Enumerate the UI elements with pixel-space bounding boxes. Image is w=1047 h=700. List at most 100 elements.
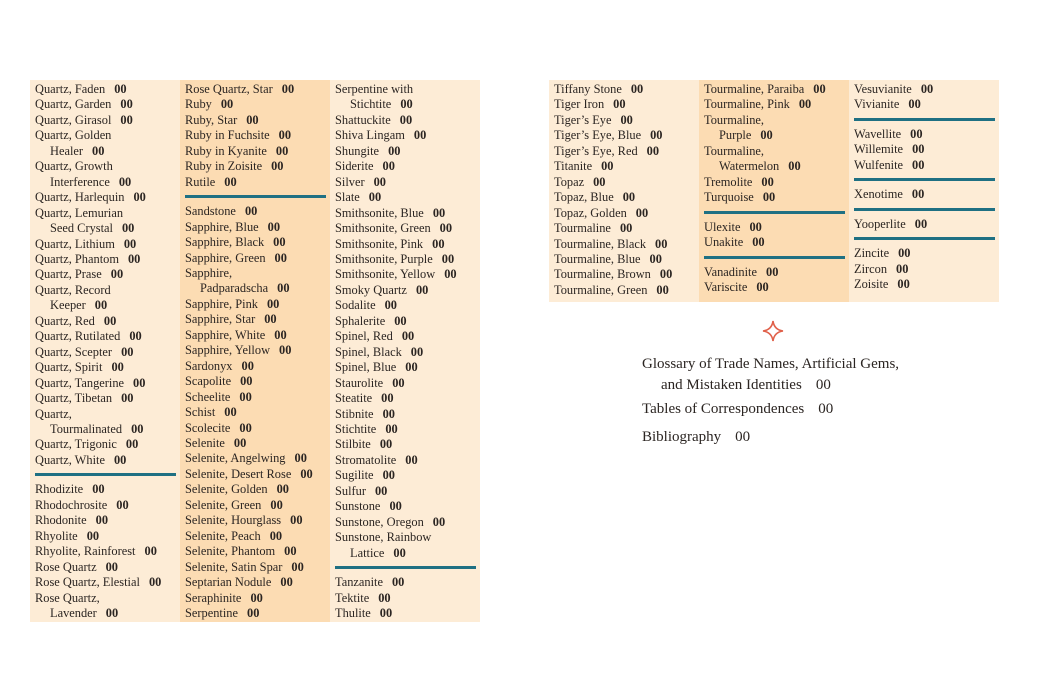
index-entry[interactable]: Staurolite 00: [335, 376, 476, 391]
index-entry[interactable]: Quartz, Record Keeper 00: [35, 283, 176, 314]
index-entry[interactable]: Selenite, Desert Rose 00: [185, 467, 326, 482]
back-matter-entry[interactable]: Tables of Correspondences 00: [642, 395, 899, 423]
index-entry[interactable]: Tourmaline, Purple 00: [704, 113, 845, 144]
index-entry[interactable]: Tourmaline, Pink 00: [704, 97, 845, 112]
index-entry[interactable]: Stichtite 00: [335, 422, 476, 437]
index-entry[interactable]: Tiger’s Eye, Blue 00: [554, 128, 695, 143]
index-entry[interactable]: Spinel, Black 00: [335, 345, 476, 360]
index-entry[interactable]: Rose Quartz, Star 00: [185, 82, 326, 97]
index-entry[interactable]: Tiger Iron 00: [554, 97, 695, 112]
index-entry[interactable]: Sphalerite 00: [335, 314, 476, 329]
index-entry[interactable]: Scolecite 00: [185, 421, 326, 436]
index-entry[interactable]: Tourmaline, Blue 00: [554, 252, 695, 267]
index-entry[interactable]: Rose Quartz, Lavender 00: [35, 591, 176, 622]
index-entry[interactable]: Tourmaline, Brown 00: [554, 267, 695, 282]
index-entry[interactable]: Topaz, Blue 00: [554, 190, 695, 205]
index-entry[interactable]: Ulexite 00: [704, 220, 845, 235]
index-entry[interactable]: Slate 00: [335, 190, 476, 205]
index-entry[interactable]: Quartz, Rutilated 00: [35, 329, 176, 344]
index-entry[interactable]: Sapphire, Pink 00: [185, 297, 326, 312]
index-entry[interactable]: Sugilite 00: [335, 468, 476, 483]
index-entry[interactable]: Shiva Lingam 00: [335, 128, 476, 143]
index-entry[interactable]: Vivianite 00: [854, 97, 995, 112]
index-entry[interactable]: Tiffany Stone 00: [554, 82, 695, 97]
index-entry[interactable]: Vesuvianite 00: [854, 82, 995, 97]
index-entry[interactable]: Stilbite 00: [335, 437, 476, 452]
index-entry[interactable]: Quartz, Growth Interference 00: [35, 159, 176, 190]
index-entry[interactable]: Shungite 00: [335, 144, 476, 159]
index-entry[interactable]: Smoky Quartz 00: [335, 283, 476, 298]
index-entry[interactable]: Septarian Nodule 00: [185, 575, 326, 590]
index-entry[interactable]: Quartz, Lemurian Seed Crystal 00: [35, 206, 176, 237]
back-matter-entry[interactable]: Bibliography 00: [642, 423, 899, 451]
index-entry[interactable]: Sapphire, Yellow 00: [185, 343, 326, 358]
index-entry[interactable]: Selenite 00: [185, 436, 326, 451]
index-entry[interactable]: Tourmaline, Paraiba 00: [704, 82, 845, 97]
index-entry[interactable]: Spinel, Blue 00: [335, 360, 476, 375]
index-entry[interactable]: Selenite, Phantom 00: [185, 544, 326, 559]
index-entry[interactable]: Spinel, Red 00: [335, 329, 476, 344]
index-entry[interactable]: Steatite 00: [335, 391, 476, 406]
index-entry[interactable]: Sunstone, Oregon 00: [335, 515, 476, 530]
index-entry[interactable]: Tektite 00: [335, 591, 476, 606]
index-entry[interactable]: Unakite 00: [704, 235, 845, 250]
index-entry[interactable]: Sapphire, Black 00: [185, 235, 326, 250]
index-entry[interactable]: Quartz, Spirit 00: [35, 360, 176, 375]
index-entry[interactable]: Quartz, Phantom 00: [35, 252, 176, 267]
index-entry[interactable]: Tourmaline, Watermelon 00: [704, 144, 845, 175]
index-entry[interactable]: Quartz, Harlequin 00: [35, 190, 176, 205]
index-entry[interactable]: Sunstone 00: [335, 499, 476, 514]
index-entry[interactable]: Tourmaline, Green 00: [554, 283, 695, 298]
index-entry[interactable]: Selenite, Satin Spar 00: [185, 560, 326, 575]
index-entry[interactable]: Titanite 00: [554, 159, 695, 174]
index-entry[interactable]: Zincite 00: [854, 246, 995, 261]
index-entry[interactable]: Scapolite 00: [185, 374, 326, 389]
index-entry[interactable]: Smithsonite, Blue 00: [335, 206, 476, 221]
index-entry[interactable]: Topaz 00: [554, 175, 695, 190]
index-entry[interactable]: Sapphire, Padparadscha 00: [185, 266, 326, 297]
index-entry[interactable]: Willemite 00: [854, 142, 995, 157]
index-entry[interactable]: Silver 00: [335, 175, 476, 190]
index-entry[interactable]: Rhyolite, Rainforest 00: [35, 544, 176, 559]
index-entry[interactable]: Zircon 00: [854, 262, 995, 277]
index-entry[interactable]: Rhodizite 00: [35, 482, 176, 497]
index-entry[interactable]: Seraphinite 00: [185, 591, 326, 606]
index-entry[interactable]: Selenite, Hourglass 00: [185, 513, 326, 528]
index-entry[interactable]: Zoisite 00: [854, 277, 995, 292]
index-entry[interactable]: Sandstone 00: [185, 204, 326, 219]
index-entry[interactable]: Rhodochrosite 00: [35, 498, 176, 513]
index-entry[interactable]: Ruby in Kyanite 00: [185, 144, 326, 159]
index-entry[interactable]: Wulfenite 00: [854, 158, 995, 173]
index-entry[interactable]: Smithsonite, Green 00: [335, 221, 476, 236]
index-entry[interactable]: Quartz, Tourmalinated 00: [35, 407, 176, 438]
index-entry[interactable]: Quartz, Scepter 00: [35, 345, 176, 360]
index-entry[interactable]: Wavellite 00: [854, 127, 995, 142]
index-entry[interactable]: Tourmaline, Black 00: [554, 237, 695, 252]
index-entry[interactable]: Ruby in Zoisite 00: [185, 159, 326, 174]
index-entry[interactable]: Smithsonite, Yellow 00: [335, 267, 476, 282]
index-entry[interactable]: Quartz, White 00: [35, 453, 176, 468]
index-entry[interactable]: Ruby 00: [185, 97, 326, 112]
index-entry[interactable]: Quartz, Golden Healer 00: [35, 128, 176, 159]
index-entry[interactable]: Rutile 00: [185, 175, 326, 190]
index-entry[interactable]: Serpentine 00: [185, 606, 326, 621]
index-entry[interactable]: Rose Quartz, Elestial 00: [35, 575, 176, 590]
index-entry[interactable]: Vanadinite 00: [704, 265, 845, 280]
index-entry[interactable]: Sapphire, Green 00: [185, 251, 326, 266]
index-entry[interactable]: Selenite, Peach 00: [185, 529, 326, 544]
index-entry[interactable]: Sodalite 00: [335, 298, 476, 313]
index-entry[interactable]: Rhyolite 00: [35, 529, 176, 544]
index-entry[interactable]: Yooperlite 00: [854, 217, 995, 232]
index-entry[interactable]: Quartz, Tangerine 00: [35, 376, 176, 391]
index-entry[interactable]: Tremolite 00: [704, 175, 845, 190]
index-entry[interactable]: Smithsonite, Purple 00: [335, 252, 476, 267]
index-entry[interactable]: Stibnite 00: [335, 407, 476, 422]
index-entry[interactable]: Tiger’s Eye, Red 00: [554, 144, 695, 159]
index-entry[interactable]: Selenite, Green 00: [185, 498, 326, 513]
index-entry[interactable]: Selenite, Angelwing 00: [185, 451, 326, 466]
index-entry[interactable]: Schist 00: [185, 405, 326, 420]
index-entry[interactable]: Quartz, Tibetan 00: [35, 391, 176, 406]
index-entry[interactable]: Sunstone, Rainbow Lattice 00: [335, 530, 476, 561]
index-entry[interactable]: Quartz, Girasol 00: [35, 113, 176, 128]
index-entry[interactable]: Variscite 00: [704, 280, 845, 295]
